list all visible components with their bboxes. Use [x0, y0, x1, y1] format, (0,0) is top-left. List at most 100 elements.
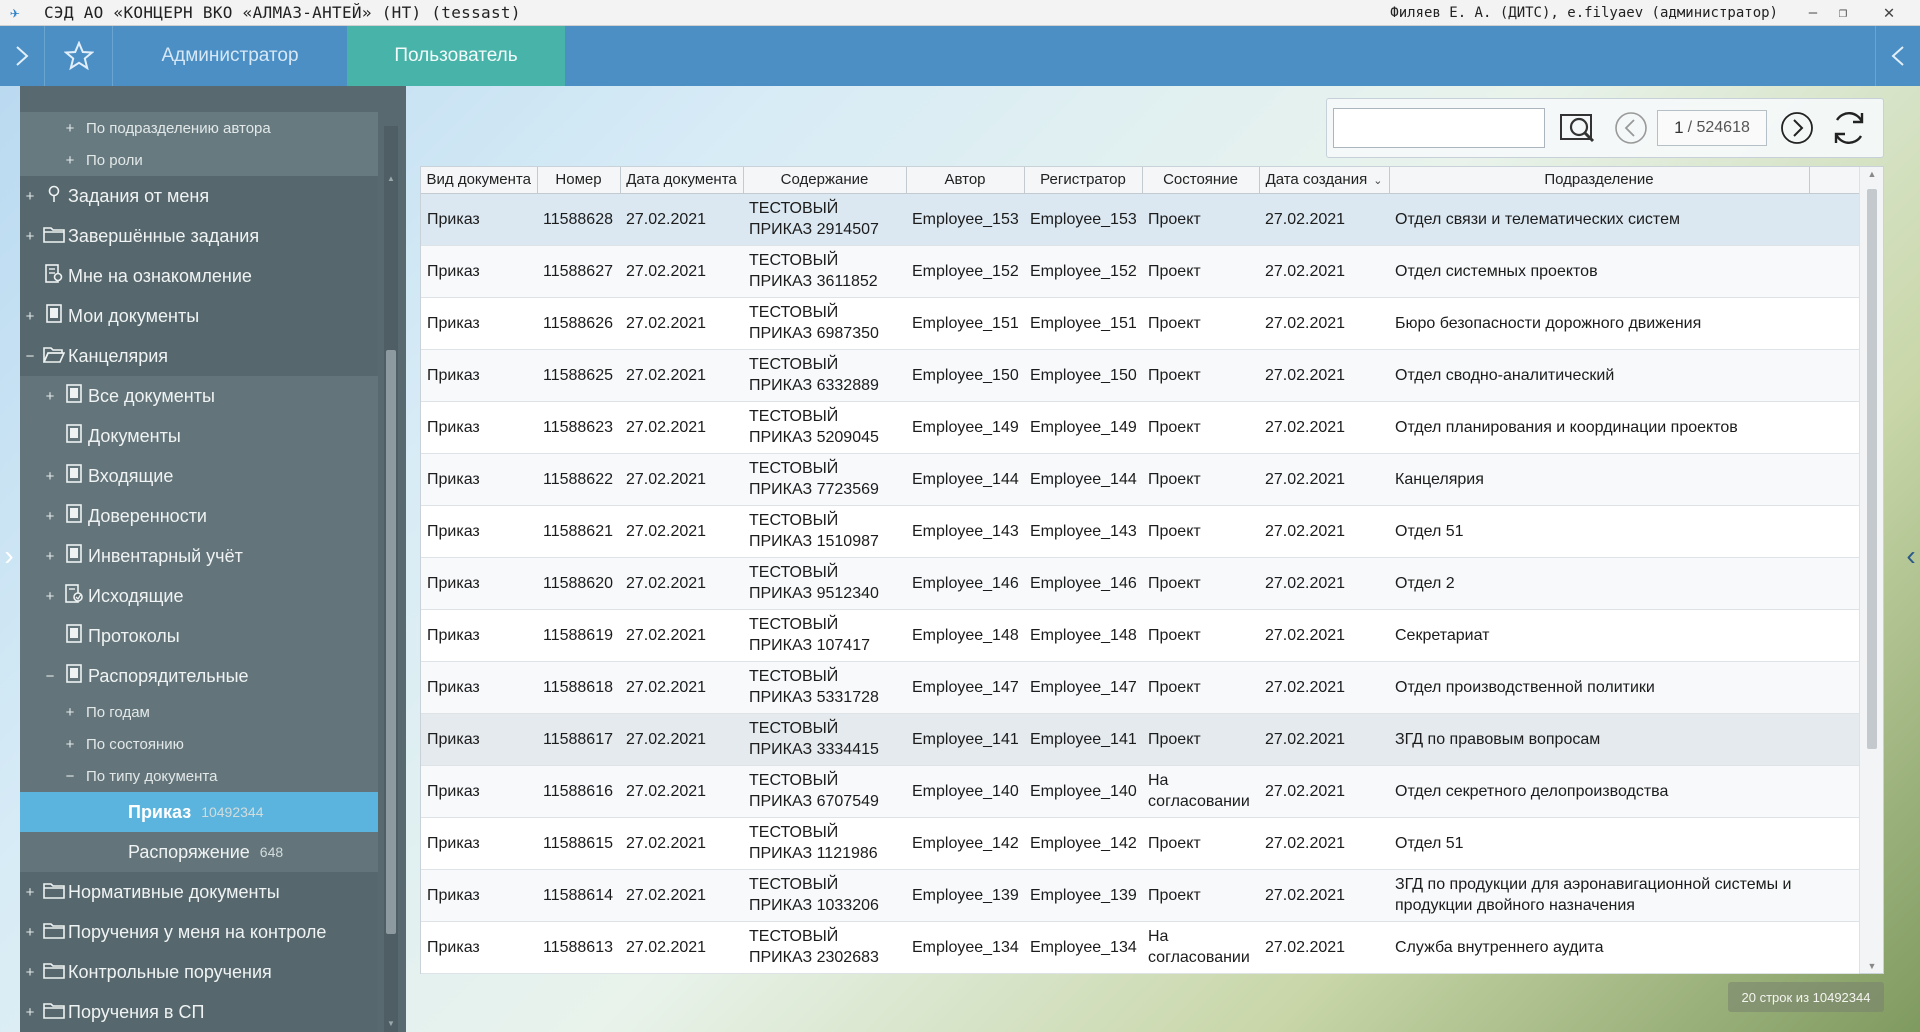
- table-row[interactable]: Приказ 11588617 27.02.2021 ТЕСТОВЫЙ ПРИКАЗ …: [421, 713, 1859, 766]
- column-header-doc-date[interactable]: Дата документа: [620, 167, 744, 194]
- restore-button[interactable]: ❐: [1828, 5, 1858, 21]
- cell-registrar: Employee_151: [1024, 297, 1142, 350]
- cell-department: Отдел секретного делопроизводства: [1389, 765, 1809, 818]
- grid-scrollbar[interactable]: ▲ ▼: [1859, 167, 1883, 973]
- cell-department: Отдел связи и телематических систем: [1389, 193, 1809, 246]
- sidebar-item[interactable]: + Контрольные поручения: [20, 952, 378, 992]
- expand-toggle-icon[interactable]: +: [40, 548, 60, 565]
- favorites-button[interactable]: [45, 26, 113, 86]
- column-header-doc-type[interactable]: Вид документа: [421, 167, 538, 194]
- table-row[interactable]: Приказ 11588622 27.02.2021 ТЕСТОВЫЙ ПРИКАЗ …: [421, 453, 1859, 506]
- table-row[interactable]: Приказ 11588613 27.02.2021 ТЕСТОВЫЙ ПРИКАЗ …: [421, 921, 1859, 974]
- column-header-registrar[interactable]: Регистратор: [1024, 167, 1143, 194]
- expand-toggle-icon[interactable]: −: [40, 668, 60, 685]
- sidebar-item[interactable]: + По годам: [20, 696, 378, 728]
- sidebar-item[interactable]: + Поручения в СП: [20, 992, 378, 1032]
- cell-registrar: Employee_147: [1024, 661, 1142, 714]
- table-row[interactable]: Приказ 11588618 27.02.2021 ТЕСТОВЫЙ ПРИКАЗ …: [421, 661, 1859, 714]
- cell-content: ТЕСТОВЫЙ ПРИКАЗ 1121986: [743, 817, 906, 870]
- expand-toggle-icon[interactable]: +: [20, 228, 40, 245]
- expand-toggle-icon[interactable]: +: [20, 308, 40, 325]
- cell-number: 11588613: [537, 921, 620, 974]
- column-header-department[interactable]: Подразделение: [1389, 167, 1810, 194]
- close-button[interactable]: ✕: [1858, 2, 1920, 23]
- table-row[interactable]: Приказ 11588615 27.02.2021 ТЕСТОВЫЙ ПРИКАЗ …: [421, 817, 1859, 870]
- search-input[interactable]: [1333, 108, 1545, 148]
- document-icon: [60, 664, 88, 688]
- expand-toggle-icon[interactable]: +: [40, 588, 60, 605]
- expand-panel-button[interactable]: [0, 26, 45, 86]
- expand-toggle-icon[interactable]: −: [60, 768, 80, 785]
- sidebar-item[interactable]: Мне на ознакомление: [20, 256, 378, 296]
- sidebar-item[interactable]: + Исходящие: [20, 576, 378, 616]
- column-header-status[interactable]: Состояние: [1142, 167, 1260, 194]
- navigation-tree: + По подразделению автора + По роли + Задания…: [20, 86, 378, 1032]
- tab-administrator[interactable]: Администратор: [113, 26, 347, 86]
- expand-toggle-icon[interactable]: +: [20, 1004, 40, 1021]
- right-edge-expand-icon[interactable]: ‹: [1902, 540, 1920, 572]
- table-row[interactable]: Приказ 11588628 27.02.2021 ТЕСТОВЫЙ ПРИКАЗ …: [421, 193, 1859, 246]
- sidebar-item[interactable]: + Нормативные документы: [20, 872, 378, 912]
- table-row[interactable]: Приказ 11588620 27.02.2021 ТЕСТОВЫЙ ПРИКАЗ …: [421, 557, 1859, 610]
- sidebar-item[interactable]: + Завершённые задания: [20, 216, 378, 256]
- expand-toggle-icon[interactable]: +: [40, 468, 60, 485]
- minimize-button[interactable]: –: [1798, 5, 1828, 21]
- sidebar-scrollbar[interactable]: ▲ ▼: [384, 126, 398, 1032]
- sidebar-item[interactable]: + Инвентарный учёт: [20, 536, 378, 576]
- expand-toggle-icon[interactable]: +: [20, 188, 40, 205]
- expand-toggle-icon[interactable]: −: [20, 348, 40, 365]
- sidebar-item[interactable]: + Входящие: [20, 456, 378, 496]
- column-header-number[interactable]: Номер: [537, 167, 621, 194]
- sidebar-item[interactable]: Протоколы: [20, 616, 378, 656]
- sidebar-item[interactable]: + Поручения у меня на контроле: [20, 912, 378, 952]
- table-row[interactable]: Приказ 11588619 27.02.2021 ТЕСТОВЫЙ ПРИКАЗ …: [421, 609, 1859, 662]
- scroll-down-icon[interactable]: ▼: [1860, 961, 1884, 971]
- sidebar-item[interactable]: Распоряжение 648: [20, 832, 378, 872]
- sidebar-item[interactable]: − Канцелярия: [20, 336, 378, 376]
- table-row[interactable]: Приказ 11588623 27.02.2021 ТЕСТОВЫЙ ПРИКАЗ …: [421, 401, 1859, 454]
- cell-doc-date: 27.02.2021: [620, 193, 743, 246]
- sidebar-item[interactable]: + Все документы: [20, 376, 378, 416]
- search-button[interactable]: [1553, 106, 1605, 150]
- sidebar-item[interactable]: + По роли: [20, 144, 378, 176]
- table-row[interactable]: Приказ 11588616 27.02.2021 ТЕСТОВЫЙ ПРИКАЗ …: [421, 765, 1859, 818]
- expand-toggle-icon[interactable]: +: [60, 152, 80, 169]
- sidebar-item[interactable]: + Доверенности: [20, 496, 378, 536]
- expand-toggle-icon[interactable]: +: [20, 884, 40, 901]
- expand-toggle-icon[interactable]: +: [20, 964, 40, 981]
- sidebar-item[interactable]: − Распорядительные: [20, 656, 378, 696]
- sidebar-item[interactable]: + По подразделению автора: [20, 112, 378, 144]
- sidebar-item[interactable]: + По состоянию: [20, 728, 378, 760]
- table-row[interactable]: Приказ 11588626 27.02.2021 ТЕСТОВЫЙ ПРИКАЗ …: [421, 297, 1859, 350]
- tab-user[interactable]: Пользователь: [347, 26, 565, 86]
- expand-toggle-icon[interactable]: +: [20, 924, 40, 941]
- expand-toggle-icon[interactable]: +: [40, 388, 60, 405]
- scroll-up-icon[interactable]: ▲: [384, 174, 398, 183]
- sidebar-item[interactable]: Приказ 10492344: [20, 792, 378, 832]
- expand-toggle-icon[interactable]: +: [60, 736, 80, 753]
- sidebar-item[interactable]: − По типу документа: [20, 760, 378, 792]
- expand-toggle-icon[interactable]: +: [40, 508, 60, 525]
- table-row[interactable]: Приказ 11588614 27.02.2021 ТЕСТОВЫЙ ПРИКАЗ …: [421, 869, 1859, 922]
- scroll-down-icon[interactable]: ▼: [384, 1019, 398, 1028]
- column-header-created-date[interactable]: Дата создания ⌄: [1259, 167, 1390, 194]
- table-row[interactable]: Приказ 11588625 27.02.2021 ТЕСТОВЫЙ ПРИКАЗ …: [421, 349, 1859, 402]
- expand-toggle-icon[interactable]: +: [60, 704, 80, 721]
- collapse-right-panel-button[interactable]: [1875, 26, 1920, 86]
- sidebar-scroll-thumb[interactable]: [386, 350, 396, 934]
- column-header-author[interactable]: Автор: [906, 167, 1025, 194]
- table-row[interactable]: Приказ 11588627 27.02.2021 ТЕСТОВЫЙ ПРИКАЗ …: [421, 245, 1859, 298]
- cell-author: Employee_151: [906, 297, 1024, 350]
- refresh-button[interactable]: [1823, 106, 1875, 150]
- expand-toggle-icon[interactable]: +: [60, 120, 80, 137]
- sidebar-item[interactable]: Документы: [20, 416, 378, 456]
- table-row[interactable]: Приказ 11588621 27.02.2021 ТЕСТОВЫЙ ПРИКАЗ …: [421, 505, 1859, 558]
- sidebar-item[interactable]: + Мои документы: [20, 296, 378, 336]
- scroll-up-icon[interactable]: ▲: [1860, 169, 1884, 179]
- left-edge-expand-icon[interactable]: ›: [0, 540, 18, 572]
- next-page-button[interactable]: [1771, 106, 1823, 150]
- previous-page-button[interactable]: [1605, 106, 1657, 150]
- grid-scroll-thumb[interactable]: [1867, 189, 1877, 749]
- sidebar-item[interactable]: + Задания от меня: [20, 176, 378, 216]
- column-header-content[interactable]: Содержание: [743, 167, 907, 194]
